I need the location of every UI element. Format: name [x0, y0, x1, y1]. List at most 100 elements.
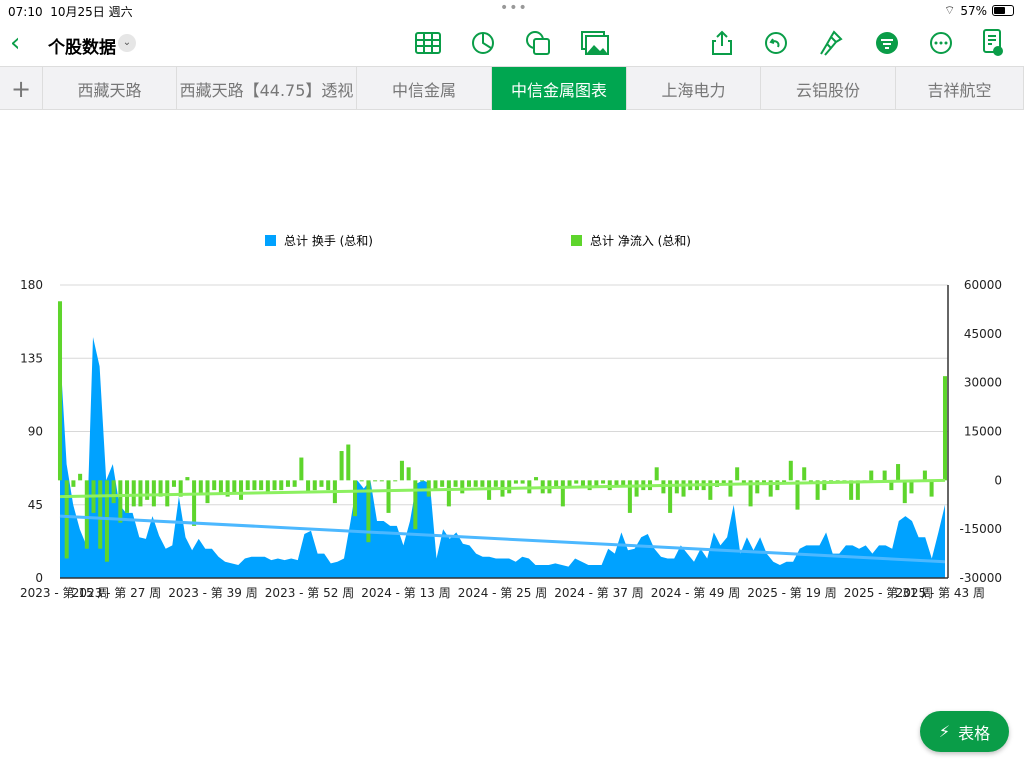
- net-inflow-bar: [373, 480, 378, 482]
- net-inflow-bar: [252, 480, 257, 491]
- net-inflow-bar: [534, 477, 539, 481]
- net-inflow-bar: [554, 480, 559, 487]
- x-axis-tick: 2023 - 第 27 周: [72, 586, 161, 600]
- net-inflow-bar: [520, 480, 525, 484]
- table-button-label: 表格: [958, 723, 991, 743]
- x-axis-tick: 2025 - 第 43 周: [896, 586, 985, 600]
- net-inflow-bar: [78, 473, 83, 481]
- net-inflow-bar: [393, 480, 398, 482]
- net-inflow-bar: [205, 480, 210, 504]
- net-inflow-bar: [104, 480, 109, 562]
- net-inflow-bar: [239, 480, 244, 500]
- net-inflow-bar: [802, 467, 807, 481]
- left-axis-tick: 0: [35, 571, 43, 585]
- net-inflow-bar: [185, 477, 190, 481]
- table-button[interactable]: ⚡ 表格: [920, 711, 1009, 752]
- net-inflow-bar: [131, 480, 136, 507]
- net-inflow-bar: [299, 457, 304, 481]
- net-inflow-bar: [57, 301, 63, 481]
- right-axis-tick: -30000: [959, 571, 1002, 585]
- x-axis-tick: 2023 - 第 39 周: [168, 586, 257, 600]
- net-inflow-bar: [212, 480, 217, 491]
- net-inflow-bar: [634, 480, 639, 497]
- net-inflow-bar: [473, 480, 478, 487]
- net-inflow-bar: [601, 480, 606, 484]
- net-inflow-bar: [145, 480, 150, 500]
- x-axis-tick: 2024 - 第 25 周: [458, 586, 547, 600]
- net-inflow-bar: [138, 480, 143, 507]
- net-inflow-bar: [446, 480, 451, 507]
- net-inflow-bar: [171, 480, 176, 487]
- right-axis-tick: 30000: [964, 376, 1002, 390]
- net-inflow-bar: [98, 480, 103, 549]
- left-axis-tick: 180: [20, 278, 43, 292]
- right-axis-tick: 0: [994, 473, 1002, 487]
- net-inflow-bar: [493, 480, 498, 487]
- net-inflow-bar: [788, 460, 793, 481]
- net-inflow-bar: [346, 444, 351, 481]
- x-axis-tick: 2024 - 第 49 周: [651, 586, 740, 600]
- net-inflow-bar: [326, 480, 331, 491]
- net-inflow-bar: [406, 467, 411, 481]
- left-axis-tick: 45: [28, 498, 43, 512]
- net-inflow-bar: [245, 480, 250, 491]
- x-axis-tick: 2025 - 第 19 周: [747, 586, 836, 600]
- lightning-icon: ⚡: [938, 722, 951, 741]
- right-axis-tick: 15000: [964, 425, 1002, 439]
- net-inflow-bar: [587, 480, 592, 491]
- legend-swatch-net: [571, 235, 582, 246]
- right-axis-tick: -15000: [959, 522, 1002, 536]
- left-axis-tick: 90: [28, 425, 43, 439]
- net-inflow-bar: [654, 467, 659, 481]
- net-inflow-bar: [560, 480, 565, 507]
- net-inflow-bar: [279, 480, 284, 491]
- net-inflow-bar: [922, 470, 927, 481]
- net-inflow-bar: [192, 480, 197, 526]
- net-inflow-bar: [574, 480, 579, 484]
- net-inflow-bar: [869, 470, 874, 481]
- net-inflow-bar: [118, 480, 123, 523]
- legend-swatch-turnover: [265, 235, 276, 246]
- net-inflow-bar: [674, 480, 679, 494]
- legend-label: 总计 换手 (总和): [284, 234, 373, 248]
- net-inflow-bar: [151, 480, 156, 507]
- net-inflow-bar: [198, 480, 203, 494]
- net-inflow-bar: [399, 460, 404, 481]
- net-inflow-bar: [896, 464, 901, 481]
- net-inflow-bar: [460, 480, 465, 494]
- net-inflow-bar: [259, 480, 264, 491]
- net-inflow-bar: [882, 470, 887, 481]
- chart-legend: 总计 换手 (总和) 总计 净流入 (总和): [265, 234, 691, 248]
- net-inflow-bar: [902, 480, 907, 504]
- net-inflow-bar: [218, 480, 223, 494]
- net-inflow-bar: [111, 480, 116, 504]
- net-inflow-bar: [453, 480, 458, 487]
- net-inflow-bar: [775, 480, 780, 491]
- right-axis-tick: 45000: [964, 327, 1002, 341]
- net-inflow-bar: [319, 480, 324, 487]
- net-inflow-bar: [466, 480, 471, 487]
- net-inflow-bar: [942, 376, 948, 481]
- net-inflow-bar: [795, 480, 800, 510]
- legend-label: 总计 净流入 (总和): [590, 234, 691, 248]
- right-axis-tick: 60000: [964, 278, 1002, 292]
- turnover-area: [60, 337, 945, 578]
- net-inflow-bar: [480, 480, 485, 487]
- net-inflow-bar: [386, 480, 391, 513]
- net-inflow-bar: [272, 480, 277, 491]
- net-inflow-bar: [292, 480, 297, 487]
- net-inflow-bar: [285, 480, 290, 487]
- chart[interactable]: 180 135 90 45 0 60000 45000 30000 15000 0 -15000 -3…: [0, 0, 1024, 768]
- net-inflow-bar: [232, 480, 237, 494]
- net-inflow-bar: [513, 480, 518, 484]
- net-inflow-bar: [929, 480, 934, 497]
- x-axis-tick: 2024 - 第 37 周: [554, 586, 643, 600]
- net-inflow-bar: [312, 480, 317, 491]
- left-axis-tick: 135: [20, 351, 43, 365]
- net-inflow-bar: [735, 467, 740, 481]
- net-inflow-bar: [413, 480, 418, 530]
- net-inflow-bar: [379, 480, 384, 482]
- net-inflow-bar: [64, 480, 69, 559]
- net-inflow-bar: [359, 480, 364, 482]
- net-inflow-bar: [440, 480, 445, 487]
